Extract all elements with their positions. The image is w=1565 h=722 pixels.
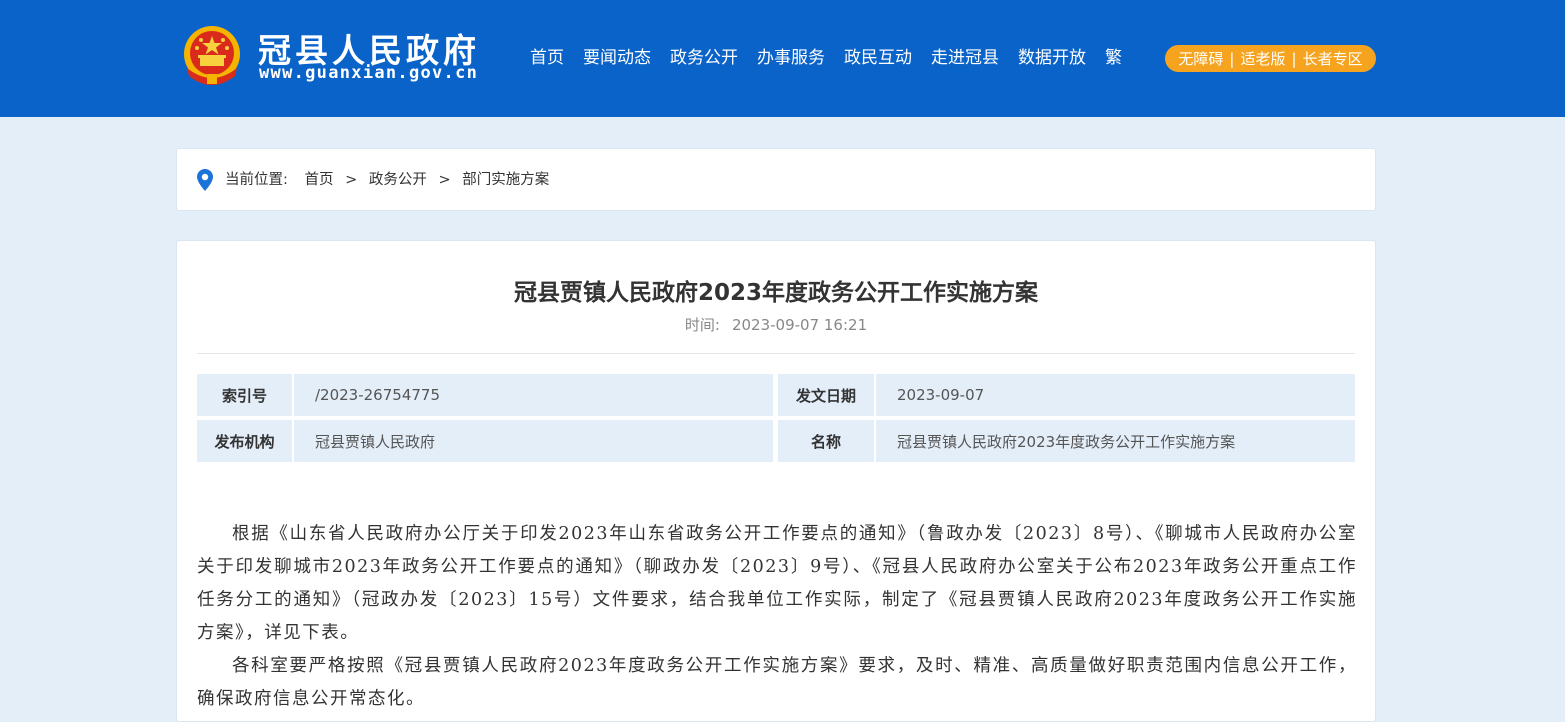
issue-date-value: 2023-09-07 <box>876 374 1355 416</box>
issue-date-label: 发文日期 <box>778 374 874 416</box>
publisher-label: 发布机构 <box>197 420 292 462</box>
breadcrumb: 当前位置: 首页 > 政务公开 > 部门实施方案 <box>225 170 549 190</box>
metadata-row: 发布机构 冠县贾镇人民政府 名称 冠县贾镇人民政府2023年度政务公开工作实施方… <box>197 420 1355 462</box>
accessibility-pill: 无障碍 | 适老版 | 长者专区 <box>1165 45 1376 72</box>
nav-news[interactable]: 要闻动态 <box>583 45 651 71</box>
pill-separator: | <box>1229 49 1235 68</box>
main-nav: 首页 要闻动态 政务公开 办事服务 政民互动 走进冠县 数据开放 繁 <box>530 45 1141 71</box>
nav-services[interactable]: 办事服务 <box>757 45 825 71</box>
breadcrumb-separator: > <box>345 172 358 188</box>
divider <box>197 353 1355 354</box>
metadata-row: 索引号 /2023-26754775 发文日期 2023-09-07 <box>197 374 1355 416</box>
elderly-version-link[interactable]: 适老版 <box>1240 48 1285 69</box>
site-url: www.guanxian.gov.cn <box>259 63 479 83</box>
publish-time: 时间: 2023-09-07 16:21 <box>177 314 1375 335</box>
metadata-table: 索引号 /2023-26754775 发文日期 2023-09-07 发布机构 … <box>197 374 1355 466</box>
accessibility-link[interactable]: 无障碍 <box>1178 48 1223 69</box>
pill-separator: | <box>1291 49 1297 68</box>
page-title: 冠县贾镇人民政府2023年度政务公开工作实施方案 <box>513 280 1038 306</box>
index-value: /2023-26754775 <box>294 374 773 416</box>
publisher-value: 冠县贾镇人民政府 <box>294 420 773 462</box>
article-panel: 冠县贾镇人民政府2023年度政务公开工作实施方案 时间: 2023-09-07 1… <box>176 240 1376 722</box>
doc-name-label: 名称 <box>778 420 874 462</box>
article-body: 根据《山东省人民政府办公厅关于印发2023年山东省政务公开工作要点的通知》（鲁政… <box>197 518 1357 716</box>
nav-home[interactable]: 首页 <box>530 45 564 71</box>
national-emblem-icon <box>184 26 240 85</box>
index-label: 索引号 <box>197 374 292 416</box>
breadcrumb-separator: > <box>438 172 451 188</box>
nav-open-data[interactable]: 数据开放 <box>1018 45 1086 71</box>
nav-interaction[interactable]: 政民互动 <box>844 45 912 71</box>
nav-traditional-chinese[interactable]: 繁 <box>1105 45 1122 71</box>
breadcrumb-label: 当前位置: <box>225 172 288 188</box>
time-value: 2023-09-07 16:21 <box>731 316 868 334</box>
breadcrumb-government-affairs[interactable]: 政务公开 <box>369 172 427 188</box>
location-pin-icon <box>197 169 213 191</box>
time-label: 时间: <box>684 316 720 334</box>
body-paragraph: 根据《山东省人民政府办公厅关于印发2023年山东省政务公开工作要点的通知》（鲁政… <box>197 524 1357 643</box>
breadcrumb-home[interactable]: 首页 <box>305 172 334 188</box>
doc-name-value: 冠县贾镇人民政府2023年度政务公开工作实施方案 <box>876 420 1355 462</box>
body-paragraph: 各科室要严格按照《冠县贾镇人民政府2023年度政务公开工作实施方案》要求，及时、… <box>197 656 1357 709</box>
nav-about-county[interactable]: 走进冠县 <box>931 45 999 71</box>
senior-zone-link[interactable]: 长者专区 <box>1303 48 1363 69</box>
breadcrumb-bar: 当前位置: 首页 > 政务公开 > 部门实施方案 <box>176 148 1376 211</box>
breadcrumb-department-plans[interactable]: 部门实施方案 <box>462 172 549 188</box>
site-header: 冠县人民政府 www.guanxian.gov.cn 首页 要闻动态 政务公开 … <box>0 0 1565 117</box>
nav-government-affairs[interactable]: 政务公开 <box>670 45 738 71</box>
